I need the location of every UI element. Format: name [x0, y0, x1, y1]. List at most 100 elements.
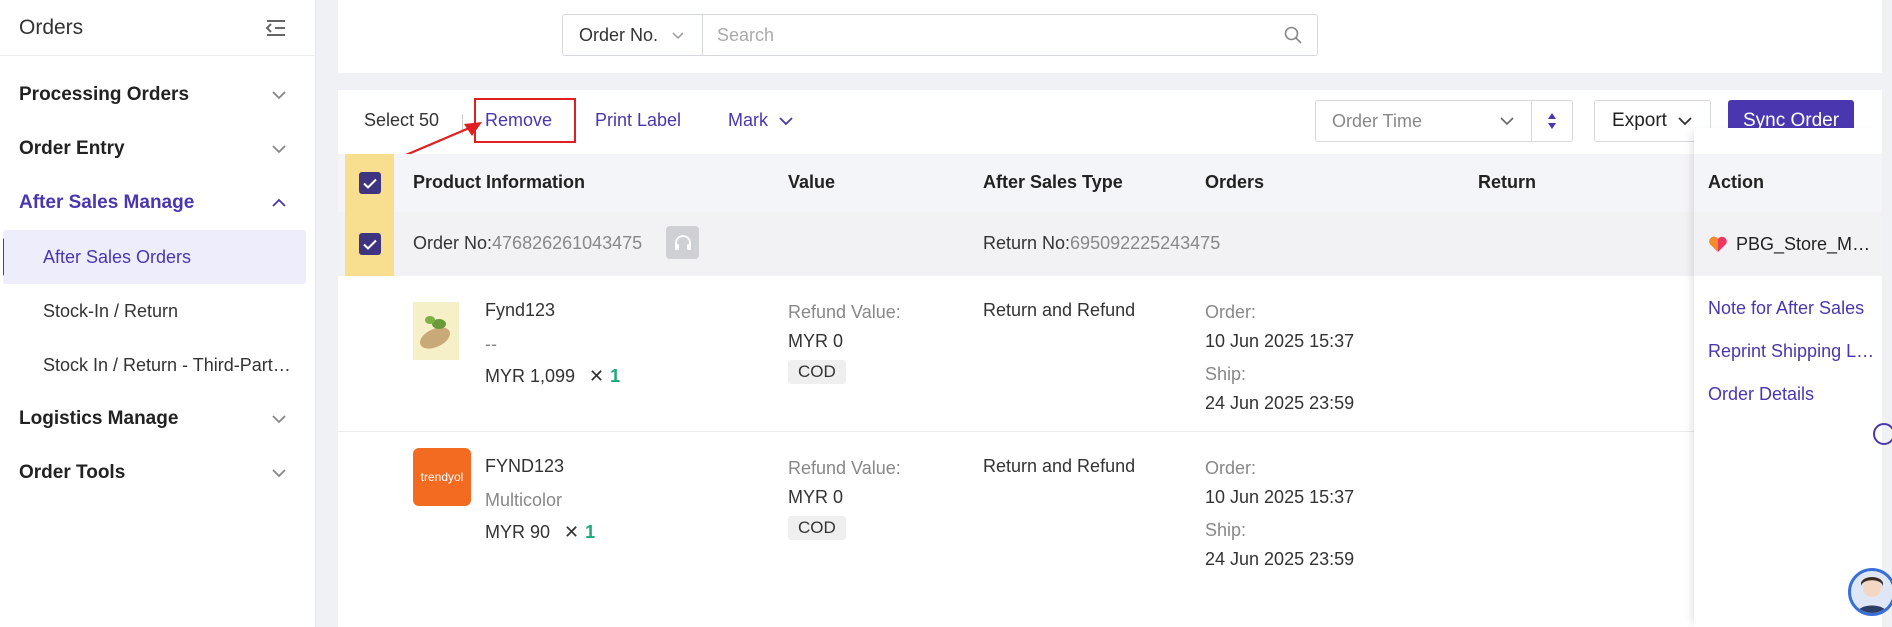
sidebar-menu: Processing Orders Order Entry After Sale…: [0, 56, 315, 500]
order-number-value: 476826261043475: [492, 233, 643, 253]
order-checkbox[interactable]: [358, 233, 381, 255]
reprint-shipping-label-link[interactable]: Reprint Shipping Label: [1708, 341, 1878, 362]
print-label-button[interactable]: Print Label: [595, 110, 681, 131]
product-variant: --: [485, 334, 497, 354]
table-row: trendyol FYND123 Multicolor MYR 90 ✕ 1 Ref…: [338, 432, 1882, 588]
product-thumbnail[interactable]: trendyol: [413, 448, 471, 506]
sidebar-group-label: Logistics Manage: [19, 408, 179, 429]
product-name: Fynd123: [485, 300, 556, 320]
product-price-qty: MYR 90 ✕ 1: [485, 522, 595, 543]
product-qty: 1: [610, 366, 621, 386]
sidebar-group-logistics-manage[interactable]: Logistics Manage: [0, 392, 315, 446]
sidebar-header: Orders: [0, 0, 315, 56]
product-price-qty: MYR 1,099 ✕ 1: [485, 366, 620, 387]
support-agent-avatar[interactable]: [1848, 568, 1892, 616]
check-icon: [362, 239, 377, 250]
headset-icon: [674, 234, 691, 250]
product-name: FYND123: [485, 456, 565, 476]
sidebar-group-label: After Sales Manage: [19, 192, 195, 213]
sidebar-item-label: Stock In / Return - Third-Party Warehous…: [43, 354, 293, 375]
ship-time: 24 Jun 2025 23:59: [1205, 393, 1355, 413]
sidebar-item-stock-in-return[interactable]: Stock-In / Return: [3, 284, 306, 338]
mark-label: Mark: [728, 110, 768, 130]
sidebar-item-label: Stock-In / Return: [43, 300, 179, 321]
store-name-cell: PBG_Store_Malaysia: [1694, 212, 1882, 276]
chevron-down-icon: [1500, 117, 1514, 126]
store-name: PBG_Store_Malaysia: [1736, 233, 1876, 254]
column-orders: Orders: [1205, 172, 1265, 192]
sidebar-group-label: Processing Orders: [19, 84, 190, 105]
return-number: Return No:695092225243475: [983, 233, 1220, 254]
sort-field-select[interactable]: Order Time: [1316, 101, 1532, 141]
sidebar-group-after-sales-manage[interactable]: After Sales Manage: [0, 176, 315, 230]
chevron-up-icon: [272, 198, 286, 207]
mark-dropdown[interactable]: Mark: [728, 110, 794, 131]
order-number-label: Order No:: [413, 233, 493, 253]
customer-service-icon[interactable]: [666, 226, 699, 259]
column-value: Value: [788, 172, 836, 192]
ship-time-label: Ship:: [1205, 364, 1247, 384]
product-price: MYR 90: [485, 522, 551, 542]
order-time-label: Order:: [1205, 458, 1257, 478]
column-return: Return: [1478, 172, 1536, 192]
refund-value: MYR 0: [788, 487, 844, 507]
return-number-value: 695092225243475: [1070, 233, 1221, 253]
search-type-select[interactable]: Order No.: [563, 15, 703, 55]
sidebar-item-stock-in-return-third-party[interactable]: Stock In / Return - Third-Party Warehous…: [3, 338, 306, 392]
multiply-icon: ✕: [589, 366, 605, 386]
column-action: Action: [1694, 154, 1882, 212]
sidebar-title: Orders: [19, 15, 84, 39]
order-number: Order No:476826261043475: [413, 233, 642, 254]
chevron-down-icon: [272, 415, 286, 424]
chevron-down-icon: [272, 145, 286, 154]
order-group-row: Order No:476826261043475 Return No:69509…: [338, 212, 1882, 276]
sort-control: Order Time: [1315, 100, 1573, 142]
chevron-down-icon: [272, 469, 286, 478]
sort-arrows-icon: [1548, 113, 1556, 129]
sidebar-group-label: Order Tools: [19, 462, 126, 483]
multiply-icon: ✕: [564, 522, 580, 542]
search-type-label: Order No.: [579, 24, 659, 45]
column-product-information: Product Information: [413, 172, 585, 192]
search-bar: Order No.: [562, 14, 1318, 56]
action-column: Action PBG_Store_Malaysia Note for After…: [1694, 128, 1882, 627]
refund-value-label: Refund Value:: [788, 302, 901, 322]
chevron-down-icon: [1678, 117, 1692, 126]
sort-direction-toggle[interactable]: [1532, 101, 1572, 141]
orders-panel: Select 50 Remove Print Label Mark Order …: [338, 90, 1882, 627]
sidebar-group-order-entry[interactable]: Order Entry: [0, 122, 315, 176]
sort-field-label: Order Time: [1332, 110, 1423, 131]
payment-badge: COD: [788, 516, 846, 540]
sidebar: Orders Processing Orders Order Entry Aft…: [0, 0, 316, 627]
order-time: 10 Jun 2025 15:37: [1205, 487, 1355, 507]
chevron-down-icon: [672, 32, 684, 40]
order-details-link[interactable]: Order Details: [1708, 384, 1814, 405]
collapse-menu-icon[interactable]: [265, 19, 287, 37]
floating-tool-icon[interactable]: [1873, 423, 1892, 445]
search-card: Order No.: [338, 0, 1882, 73]
chevron-down-icon: [779, 117, 793, 126]
table-header: Product Information Value After Sales Ty…: [338, 154, 1882, 212]
order-time: 10 Jun 2025 15:37: [1205, 331, 1355, 351]
refund-value: MYR 0: [788, 331, 844, 351]
product-variant: Multicolor: [485, 490, 563, 510]
check-icon: [362, 178, 377, 189]
select-all-checkbox[interactable]: [358, 172, 381, 194]
select-all-cell: [345, 154, 394, 212]
payment-badge: COD: [788, 360, 846, 384]
product-qty: 1: [585, 522, 596, 542]
sidebar-item-after-sales-orders[interactable]: After Sales Orders: [3, 230, 306, 284]
sidebar-group-processing-orders[interactable]: Processing Orders: [0, 68, 315, 122]
product-thumbnail[interactable]: [413, 302, 459, 360]
refund-value-label: Refund Value:: [788, 458, 901, 478]
table-row: Fynd123 -- MYR 1,099 ✕ 1 Refund Value: MYR…: [338, 276, 1882, 432]
sidebar-group-order-tools[interactable]: Order Tools: [0, 446, 315, 500]
search-icon[interactable]: [1283, 25, 1303, 45]
order-select-cell: [345, 212, 394, 276]
store-platform-icon: [1709, 236, 1727, 252]
ship-time-label: Ship:: [1205, 520, 1247, 540]
product-price: MYR 1,099: [485, 366, 576, 386]
note-for-after-sales-link[interactable]: Note for After Sales: [1708, 298, 1864, 319]
order-time-label: Order:: [1205, 302, 1257, 322]
search-input[interactable]: [703, 15, 1317, 55]
